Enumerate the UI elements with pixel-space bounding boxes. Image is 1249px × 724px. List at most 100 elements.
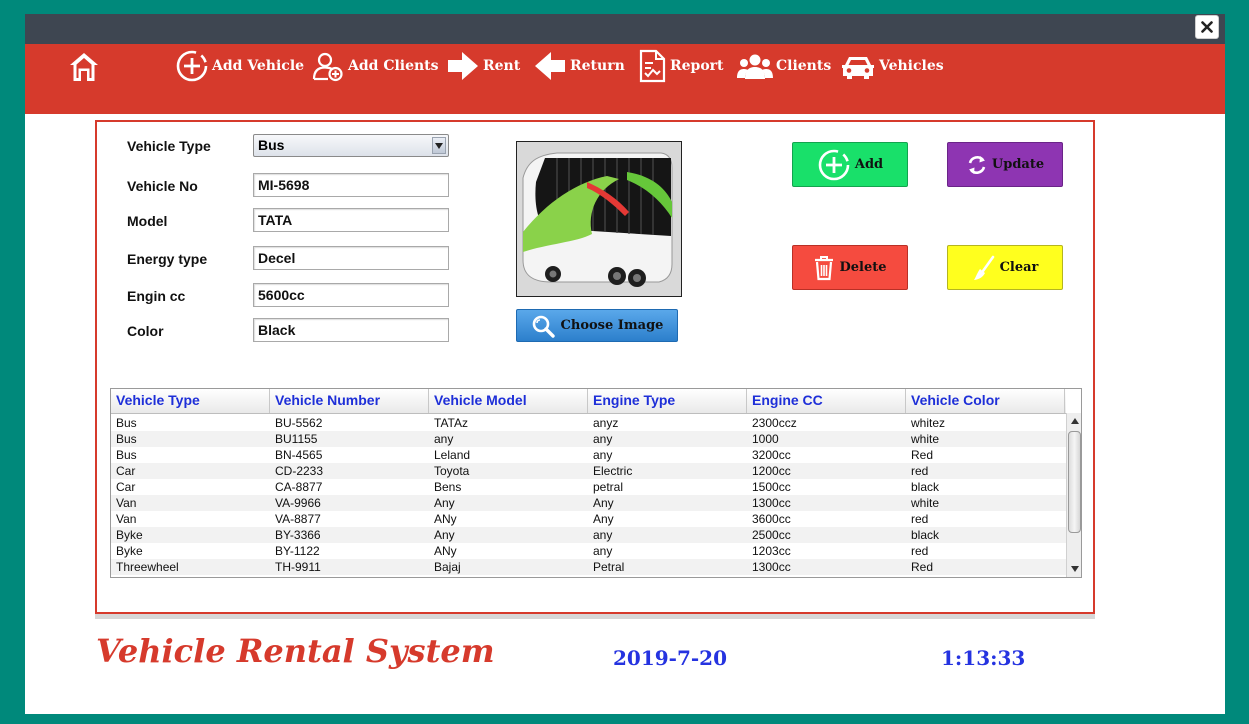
table-cell: Car [116,480,136,494]
table-cell: Bus [116,432,137,446]
arrow-left-icon [535,52,565,80]
table-cell: red [911,464,929,478]
table-cell: Any [434,496,455,510]
date-display: 2019-7-20 [613,646,728,670]
nav-report[interactable]: Report [637,49,724,83]
table-row[interactable]: Car CD-2233 Toyota Electric 1200cc red [111,463,1066,479]
vehicle-no-field[interactable]: MI-5698 [253,173,449,197]
table-cell: TATAz [434,416,468,430]
users-group-icon [737,54,773,79]
nav-add-vehicle[interactable]: Add Vehicle [175,50,304,82]
table-cell: white [911,496,940,510]
column-header[interactable]: Vehicle Type [111,389,270,413]
close-button[interactable] [1195,15,1219,39]
table-cell: 1200cc [752,464,791,478]
nav-add-clients-label: Add Clients [348,58,439,74]
vehicle-form-panel: Vehicle Type Bus Vehicle No MI-5698 Mode… [95,120,1095,614]
table-cell: red [911,512,929,526]
table-cell: Bus [116,416,137,430]
vehicle-no-label: Vehicle No [127,178,198,194]
engine-cc-field[interactable]: 5600cc [253,283,449,307]
table-cell: BN-4565 [275,448,323,462]
nav-return-label: Return [570,58,625,74]
broom-icon [973,255,994,280]
scroll-down-button[interactable] [1067,561,1081,576]
table-cell: any [593,448,613,462]
nav-bar: Add Vehicle Add Clients Rent Return Repo… [25,44,1225,114]
column-header[interactable]: Engine Type [588,389,747,413]
table-cell: Bajaj [434,560,461,574]
app-title: Vehicle Rental System [96,632,495,670]
table-cell: Electric [593,464,633,478]
vehicles-table[interactable]: Vehicle Type Vehicle Number Vehicle Mode… [110,388,1082,578]
table-cell: whitez [911,416,946,430]
table-row[interactable]: Bus BN-4565 Leland any 3200cc Red [111,447,1066,463]
dropdown-arrow [432,137,446,154]
table-row[interactable]: Byke BY-1122 ANy any 1203cc red [111,543,1066,559]
update-button-label: Update [991,157,1045,172]
vehicle-type-select[interactable]: Bus [253,134,449,157]
table-cell: anyz [593,416,619,430]
table-cell: Any [434,528,455,542]
add-button[interactable]: Add [792,142,908,187]
scroll-up-button[interactable] [1067,413,1081,428]
app-window: Add Vehicle Add Clients Rent Return Repo… [25,14,1225,714]
table-cell: Any [593,512,614,526]
table-cell: BU-5562 [275,416,323,430]
energy-type-field[interactable]: Decel [253,246,449,270]
refresh-icon [968,155,986,174]
table-cell: Car [116,464,136,478]
table-cell: BU1155 [275,432,318,446]
table-body: Bus BU-5562 TATAz anyz 2300ccz whitez Bu… [111,415,1066,575]
column-header[interactable]: Vehicle Model [429,389,588,413]
choose-image-label: Choose Image [560,318,664,333]
table-scrollbar[interactable] [1066,413,1081,577]
table-row[interactable]: Threewheel TH-9911 Bajaj Petral 1300cc R… [111,559,1066,575]
update-button[interactable]: Update [947,142,1063,187]
car-icon [842,57,874,79]
nav-add-clients[interactable]: Add Clients [311,50,439,82]
table-cell: any [593,544,613,558]
table-cell: Van [116,496,137,510]
clear-button[interactable]: Clear [947,245,1063,290]
table-cell: Byke [116,528,143,542]
table-row[interactable]: Van VA-9966 Any Any 1300cc white [111,495,1066,511]
table-cell: 2300ccz [752,416,797,430]
table-row[interactable]: Byke BY-3366 Any any 2500cc black [111,527,1066,543]
nav-vehicles[interactable]: Vehicles [840,50,944,82]
nav-rent-label: Rent [483,58,521,74]
column-header[interactable]: Vehicle Number [270,389,429,413]
scroll-thumb[interactable] [1068,431,1081,533]
magnifier-icon [532,315,555,338]
chevron-up-icon [1070,417,1079,424]
trash-icon [815,255,834,280]
table-cell: BY-1122 [275,544,320,558]
table-row[interactable]: Car CA-8877 Bens petral 1500cc black [111,479,1066,495]
column-header[interactable]: Engine CC [747,389,906,413]
color-field[interactable]: Black [253,318,449,342]
table-row[interactable]: Bus BU-5562 TATAz anyz 2300ccz whitez [111,415,1066,431]
plus-circle-icon [176,50,208,82]
table-cell: Bens [434,480,462,494]
arrow-right-icon [448,52,478,80]
table-cell: TH-9911 [275,560,321,574]
home-button[interactable] [67,50,101,84]
nav-rent[interactable]: Rent [446,50,520,82]
table-cell: VA-9966 [275,496,321,510]
energy-type-label: Energy type [127,251,208,267]
model-label: Model [127,213,168,229]
table-row[interactable]: Bus BU1155 any any 1000 white [111,431,1066,447]
plus-circle-icon [818,149,850,180]
model-field[interactable]: TATA [253,208,449,232]
choose-image-button[interactable]: Choose Image [516,309,678,342]
table-cell: Red [911,448,934,462]
nav-clients[interactable]: Clients [737,50,831,82]
table-row[interactable]: Van VA-8877 ANy Any 3600cc red [111,511,1066,527]
table-header: Vehicle Type Vehicle Number Vehicle Mode… [111,389,1066,414]
table-cell: 2500cc [752,528,791,542]
delete-button[interactable]: Delete [792,245,908,290]
chevron-down-icon [1070,565,1079,572]
column-header[interactable]: Vehicle Color [906,389,1065,413]
chevron-down-icon [435,142,443,149]
nav-return[interactable]: Return [533,50,625,82]
